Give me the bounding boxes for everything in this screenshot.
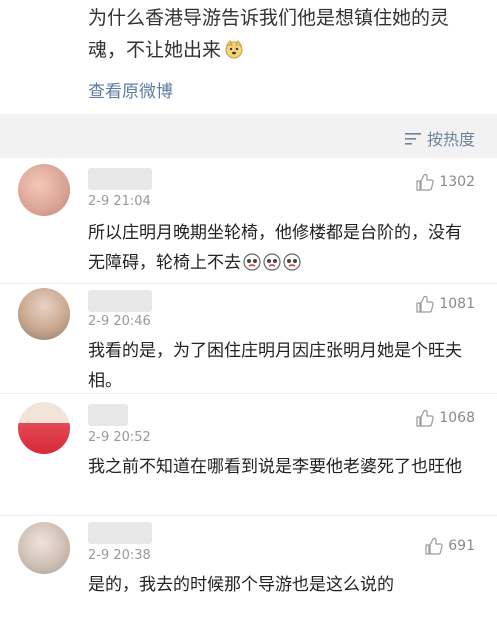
comment-time: 2-9 20:38 <box>88 548 151 563</box>
like-button[interactable]: 1302 <box>415 172 475 192</box>
comment-time: 2-9 21:04 <box>88 194 151 209</box>
like-button[interactable]: 1068 <box>415 408 475 428</box>
comment-text: 我看的是，为了困住庄明月因庄张明月她是个旺夫相。 <box>88 341 462 391</box>
crying-face-emoji-icon <box>243 251 261 271</box>
like-button[interactable]: 691 <box>424 536 475 556</box>
avatar[interactable] <box>18 288 70 340</box>
avatar[interactable] <box>18 402 70 454</box>
username-blurred[interactable] <box>88 404 128 426</box>
sort-lines-icon <box>404 131 421 145</box>
comment-text: 所以庄明月晚期坐轮椅，他修楼都是台阶的，没有无障碍，轮椅上不去 <box>88 223 462 273</box>
comment-item: 2-9 20:46 1081 我看的是，为了困住庄明月因庄张明月她是个旺夫相。 <box>0 284 497 394</box>
thumbs-up-icon <box>416 173 435 191</box>
comment-text: 是的，我去的时候那个导游也是这么说的 <box>88 575 394 595</box>
username-blurred[interactable] <box>88 168 152 190</box>
username-blurred[interactable] <box>88 522 152 544</box>
like-count: 1302 <box>439 174 475 190</box>
sort-by-hot-button[interactable]: 按热度 <box>404 126 475 150</box>
like-button[interactable]: 1081 <box>415 294 475 314</box>
comment-list: 2-9 21:04 1302 所以庄明月晚期坐轮椅，他修楼都是台阶的，没有无障碍… <box>0 158 497 618</box>
like-count: 691 <box>448 538 475 554</box>
view-original-link[interactable]: 查看原微博 <box>88 77 173 102</box>
comment-time: 2-9 20:52 <box>88 430 151 445</box>
comment-item: 2-9 20:38 691 是的，我去的时候那个导游也是这么说的 <box>0 516 497 616</box>
thumbs-up-icon <box>425 537 443 555</box>
comment-item: 2-9 21:04 1302 所以庄明月晚期坐轮椅，他修楼都是台阶的，没有无障碍… <box>0 158 497 284</box>
comment-item: 2-9 20:52 1068 我之前不知道在哪看到说是李要他老婆死了也旺他 <box>0 394 497 516</box>
thumbs-up-icon <box>416 409 435 427</box>
username-blurred[interactable] <box>88 290 152 312</box>
thumbs-up-icon <box>416 295 435 313</box>
comment-time: 2-9 20:46 <box>88 314 151 329</box>
crying-face-emoji-icon <box>283 251 301 271</box>
sort-label: 按热度 <box>426 130 475 149</box>
like-count: 1068 <box>439 410 475 426</box>
comment-sort-bar: 按热度 <box>0 114 497 158</box>
post-text: 为什么香港导游告诉我们他是想镇住她的灵魂，不让她出来 <box>88 7 450 61</box>
original-post-tail: 为什么香港导游告诉我们他是想镇住她的灵魂，不让她出来 查看原微博 <box>0 0 497 114</box>
avatar[interactable] <box>18 164 70 216</box>
comment-text: 我之前不知道在哪看到说是李要他老婆死了也旺他 <box>88 457 462 477</box>
dog-face-emoji-icon <box>224 37 244 59</box>
crying-face-emoji-icon <box>263 251 281 271</box>
like-count: 1081 <box>439 296 475 312</box>
avatar[interactable] <box>18 522 70 574</box>
